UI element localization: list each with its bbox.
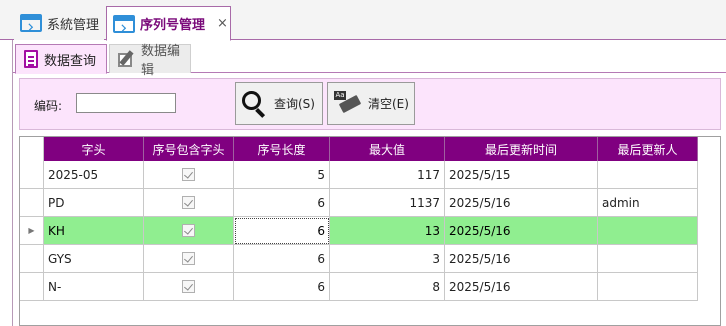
updater-cell[interactable] — [598, 273, 698, 301]
table-row-selected[interactable]: ▶ KH 6 13 2025/5/16 — [20, 217, 698, 245]
table-row[interactable]: N- 6 8 2025/5/16 — [20, 273, 698, 301]
prefix-cell[interactable]: N- — [44, 273, 144, 301]
updater-cell[interactable] — [598, 217, 698, 245]
tab-serial-number-management[interactable]: 序列号管理 × — [106, 6, 231, 41]
updated-time-cell[interactable]: 2025/5/16 — [445, 245, 598, 273]
checkbox[interactable] — [182, 252, 195, 265]
query-button-label: 查询(S) — [274, 97, 315, 111]
max-value-cell[interactable]: 1137 — [330, 189, 445, 217]
prefix-cell[interactable]: GYS — [44, 245, 144, 273]
window-icon — [20, 14, 42, 32]
length-cell-focused[interactable]: 6 — [234, 217, 330, 245]
length-cell[interactable]: 5 — [234, 161, 330, 189]
checkbox[interactable] — [182, 196, 195, 209]
data-grid[interactable]: 字头 序号包含字头 序号长度 最大值 最后更新时间 最后更新人 2025-05 … — [19, 136, 721, 326]
row-header[interactable] — [20, 273, 44, 301]
document-icon — [24, 50, 38, 68]
include-prefix-cell[interactable] — [144, 217, 234, 245]
length-cell[interactable]: 6 — [234, 273, 330, 301]
eraser-icon: Aa — [334, 90, 362, 117]
table-row[interactable]: GYS 6 3 2025/5/16 — [20, 245, 698, 273]
grid-header: 字头 序号包含字头 序号长度 最大值 最后更新时间 最后更新人 — [20, 137, 698, 161]
row-header-corner — [20, 137, 44, 161]
max-value-cell[interactable]: 8 — [330, 273, 445, 301]
row-header[interactable] — [20, 245, 44, 273]
column-header[interactable]: 字头 — [44, 137, 144, 161]
column-header[interactable]: 序号长度 — [234, 137, 330, 161]
tab-label: 系統管理 — [47, 17, 100, 33]
updater-cell[interactable]: admin — [598, 189, 698, 217]
clear-button[interactable]: Aa 清空(E) — [327, 82, 415, 125]
code-input[interactable] — [76, 93, 176, 113]
tab-label: 序列号管理 — [140, 18, 206, 33]
query-panel: 编码: 查询(S) Aa 清空(E) — [19, 78, 721, 130]
updater-cell[interactable] — [598, 161, 698, 189]
checkbox[interactable] — [182, 224, 195, 237]
eraser-icon-tag: Aa — [334, 90, 346, 100]
tab-system-management[interactable]: 系統管理 — [14, 6, 104, 40]
checkbox[interactable] — [182, 280, 195, 293]
row-header[interactable] — [20, 189, 44, 217]
window-icon — [113, 14, 135, 33]
row-header[interactable] — [20, 161, 44, 189]
code-label: 编码: — [34, 99, 63, 113]
updated-time-cell[interactable]: 2025/5/16 — [445, 217, 598, 245]
length-cell[interactable]: 6 — [234, 245, 330, 273]
serial-number-pane: 数据查询 数据编辑 编码: 查询(S) Aa 清空(E) 字头 序号包含字头 序… — [12, 40, 726, 326]
prefix-cell[interactable]: KH — [44, 217, 144, 245]
table-row[interactable]: PD 6 1137 2025/5/16 admin — [20, 189, 698, 217]
search-icon — [242, 90, 268, 118]
tab-data-edit[interactable]: 数据编辑 — [109, 44, 191, 78]
column-header[interactable]: 最大值 — [330, 137, 445, 161]
length-cell[interactable]: 6 — [234, 189, 330, 217]
column-header[interactable]: 序号包含字头 — [144, 137, 234, 161]
include-prefix-cell[interactable] — [144, 161, 234, 189]
column-header[interactable]: 最后更新时间 — [445, 137, 598, 161]
prefix-cell[interactable]: PD — [44, 189, 144, 217]
include-prefix-cell[interactable] — [144, 245, 234, 273]
max-value-cell[interactable]: 117 — [330, 161, 445, 189]
checkbox[interactable] — [182, 168, 195, 181]
include-prefix-cell[interactable] — [144, 273, 234, 301]
updated-time-cell[interactable]: 2025/5/16 — [445, 189, 598, 217]
updated-time-cell[interactable]: 2025/5/15 — [445, 161, 598, 189]
table-row[interactable]: 2025-05 5 117 2025/5/15 — [20, 161, 698, 189]
max-value-cell[interactable]: 3 — [330, 245, 445, 273]
row-selector-arrow-icon[interactable]: ▶ — [20, 217, 44, 245]
column-header[interactable]: 最后更新人 — [598, 137, 698, 161]
tab-label: 数据编辑 — [140, 44, 180, 78]
clear-button-label: 清空(E) — [368, 97, 409, 111]
document-tab-bar: 系統管理 序列号管理 × — [0, 0, 726, 41]
close-icon[interactable]: × — [217, 16, 228, 31]
max-value-cell[interactable]: 13 — [330, 217, 445, 245]
include-prefix-cell[interactable] — [144, 189, 234, 217]
edit-icon — [118, 50, 135, 68]
updated-time-cell[interactable]: 2025/5/16 — [445, 273, 598, 301]
updater-cell[interactable] — [598, 245, 698, 273]
tab-label: 数据查询 — [44, 53, 97, 69]
query-button[interactable]: 查询(S) — [235, 82, 323, 125]
tab-data-query[interactable]: 数据查询 — [15, 44, 107, 74]
prefix-cell[interactable]: 2025-05 — [44, 161, 144, 189]
sub-tab-bar: 数据查询 数据编辑 — [13, 40, 726, 78]
